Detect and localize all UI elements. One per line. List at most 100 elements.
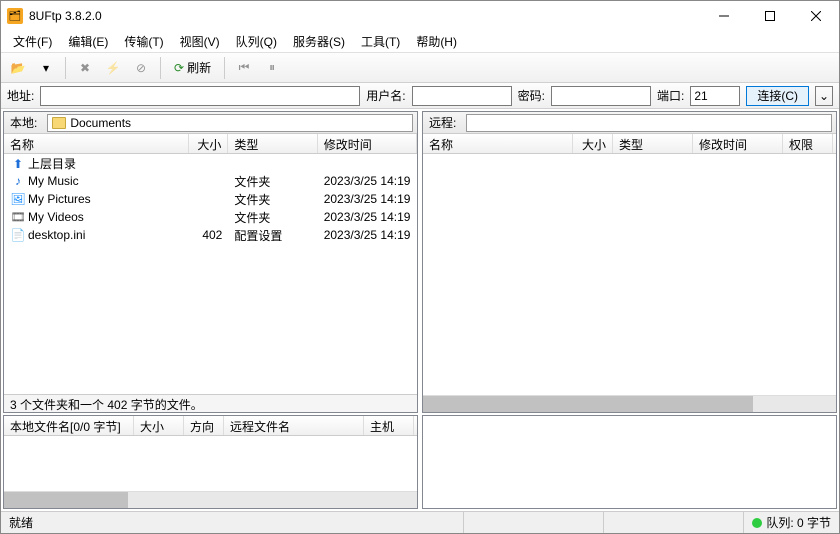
reconnect-button[interactable]: ⚡ [100,55,126,81]
refresh-label: 刷新 [187,59,211,76]
username-label: 用户名: [366,87,405,104]
dropdown-button[interactable]: ▾ [33,55,59,81]
status-queue: 队列: 0 字节 [743,512,839,533]
status-bar: 就绪 队列: 0 字节 [1,511,839,533]
stop-icon: ⊘ [136,61,146,75]
port-input[interactable] [690,86,740,106]
password-label: 密码: [518,87,545,104]
address-label: 地址: [7,87,34,104]
status-queue-text: 队列: 0 字节 [766,514,831,531]
local-pane-header: 本地: Documents [4,112,417,134]
col-size[interactable]: 大小 [134,416,184,435]
maximize-button[interactable] [747,1,793,31]
menu-queue[interactable]: 队列(Q) [228,31,285,52]
file-icon: ♪ [10,173,26,189]
file-icon: ⬆ [10,156,26,172]
main-panes: 本地: Documents 名称 大小 类型 修改时间 ⬆上层目录♪My Mus… [1,109,839,415]
pause-icon: ⏸ [269,60,275,75]
remote-pane-header: 远程: [423,112,836,134]
col-size[interactable]: 大小 [573,134,613,153]
chevron-down-icon: ▾ [43,61,49,75]
connect-button[interactable]: 连接(C) [746,86,809,106]
abort-button[interactable]: ⊘ [128,55,154,81]
minimize-button[interactable] [701,1,747,31]
list-item[interactable]: 🎞My Videos文件夹2023/3/25 14:19 [4,208,417,226]
port-label: 端口: [657,87,684,104]
col-remotename[interactable]: 远程文件名 [224,416,364,435]
pause-button[interactable]: ⏸ [259,55,285,81]
remote-hscrollbar[interactable] [423,395,836,412]
remote-path-field[interactable] [466,114,832,132]
refresh-icon: ⟳ [174,61,184,75]
folder-icon [52,117,66,129]
local-pane: 本地: Documents 名称 大小 类型 修改时间 ⬆上层目录♪My Mus… [3,111,418,413]
title-bar: 🗂 8UFtp 3.8.2.0 [1,1,839,31]
menu-bar: 文件(F) 编辑(E) 传输(T) 视图(V) 队列(Q) 服务器(S) 工具(… [1,31,839,53]
local-status: 3 个文件夹和一个 402 字节的文件。 [4,394,417,412]
refresh-button[interactable]: ⟳刷新 [167,55,218,81]
app-icon: 🗂 [7,8,23,24]
address-input[interactable] [40,86,360,106]
window-title: 8UFtp 3.8.2.0 [29,9,701,23]
menu-edit[interactable]: 编辑(E) [60,31,116,52]
remote-pane: 远程: 名称 大小 类型 修改时间 权限 [422,111,837,413]
status-progress-1 [463,512,603,533]
file-icon: 📄 [10,227,26,243]
col-type[interactable]: 类型 [228,134,317,153]
close-button[interactable] [793,1,839,31]
folder-open-icon: 📂 [11,61,26,75]
list-item[interactable]: 📄desktop.ini402配置设置2023/3/25 14:19 [4,226,417,244]
status-progress-2 [603,512,743,533]
col-size[interactable]: 大小 [189,134,229,153]
menu-help[interactable]: 帮助(H) [408,31,465,52]
col-name[interactable]: 名称 [4,134,189,153]
file-icon: 🎞 [10,209,26,225]
status-ready: 就绪 [1,512,463,533]
separator [65,57,66,79]
disconnect-button[interactable]: ✖ [72,55,98,81]
col-perm[interactable]: 权限 [783,134,833,153]
disconnect-icon: ✖ [80,61,90,75]
col-type[interactable]: 类型 [613,134,693,153]
local-path-text: Documents [70,116,131,130]
menu-server[interactable]: 服务器(S) [285,31,353,52]
menu-transfer[interactable]: 传输(T) [116,31,171,52]
remote-label: 远程: [423,114,462,131]
connection-bar: 地址: 用户名: 密码: 端口: 连接(C) ⌄ [1,83,839,109]
queue-list[interactable] [4,436,417,491]
col-dir[interactable]: 方向 [184,416,224,435]
menu-file[interactable]: 文件(F) [5,31,60,52]
menu-tools[interactable]: 工具(T) [353,31,408,52]
col-mtime[interactable]: 修改时间 [318,134,417,153]
local-path-field[interactable]: Documents [47,114,413,132]
col-name[interactable]: 名称 [423,134,573,153]
remote-file-list[interactable] [423,154,836,395]
local-list-header: 名称 大小 类型 修改时间 [4,134,417,154]
queue-pane: 本地文件名[0/0 字节] 大小 方向 远程文件名 主机 [3,415,418,509]
username-input[interactable] [412,86,512,106]
log-pane[interactable] [422,415,837,509]
queue-header: 本地文件名[0/0 字节] 大小 方向 远程文件名 主机 [4,416,417,436]
open-button[interactable]: 📂 [5,55,31,81]
prev-button[interactable]: ⏮ [231,55,257,81]
skip-prev-icon: ⏮ [239,60,250,75]
local-file-list[interactable]: ⬆上层目录♪My Music文件夹2023/3/25 14:19🖼My Pict… [4,154,417,394]
queue-status-icon [752,518,762,528]
connect-dropdown[interactable]: ⌄ [815,86,833,106]
password-input[interactable] [551,86,651,106]
local-label: 本地: [4,114,43,131]
remote-list-header: 名称 大小 类型 修改时间 权限 [423,134,836,154]
list-item[interactable]: ♪My Music文件夹2023/3/25 14:19 [4,172,417,190]
list-item[interactable]: ⬆上层目录 [4,154,417,172]
bolt-icon: ⚡ [106,61,121,75]
queue-hscrollbar[interactable] [4,491,417,508]
menu-view[interactable]: 视图(V) [172,31,228,52]
bottom-panes: 本地文件名[0/0 字节] 大小 方向 远程文件名 主机 [1,415,839,511]
col-localname[interactable]: 本地文件名[0/0 字节] [4,416,134,435]
col-host[interactable]: 主机 [364,416,414,435]
list-item[interactable]: 🖼My Pictures文件夹2023/3/25 14:19 [4,190,417,208]
separator [224,57,225,79]
col-mtime[interactable]: 修改时间 [693,134,783,153]
chevron-down-icon: ⌄ [819,89,829,103]
separator [160,57,161,79]
